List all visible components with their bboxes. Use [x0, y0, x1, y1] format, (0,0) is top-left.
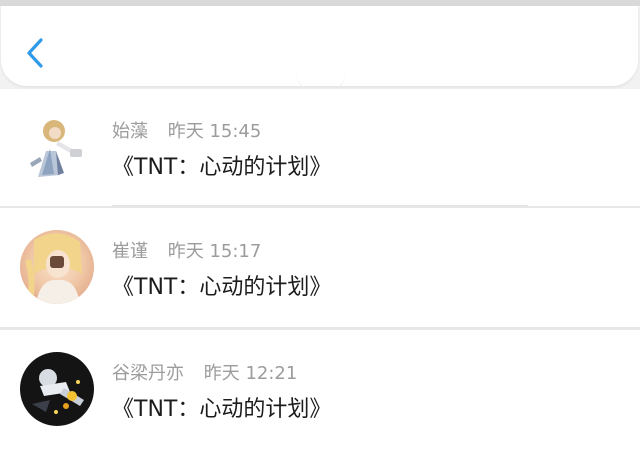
chevron-left-icon — [27, 38, 43, 68]
comment-author[interactable]: 崔谨 — [112, 241, 148, 262]
comment-author[interactable]: 始藻 — [112, 121, 148, 142]
anime-character-avatar — [20, 230, 94, 304]
comment-text: 《TNT：心动的计划》 — [112, 397, 332, 422]
comment-item[interactable]: 谷梁丹亦 昨天 12:21 《TNT：心动的计划》 — [0, 330, 640, 449]
anime-character-avatar — [20, 352, 94, 426]
comment-text: 《TNT：心动的计划》 — [112, 155, 332, 180]
avatar[interactable] — [20, 352, 94, 426]
comment-timestamp: 昨天 15:17 — [167, 241, 262, 262]
comment-timestamp: 昨天 12:21 — [203, 363, 298, 384]
comment-list: 始藻 昨天 15:45 《TNT：心动的计划》 崔谨 昨天 15:17 《TNT… — [0, 89, 640, 449]
comment-text: 《TNT：心动的计划》 — [112, 275, 332, 300]
comment-item[interactable]: 始藻 昨天 15:45 《TNT：心动的计划》 — [0, 89, 640, 206]
avatar[interactable] — [20, 111, 94, 185]
comment-author[interactable]: 谷梁丹亦 — [112, 363, 184, 384]
avatar[interactable] — [20, 230, 94, 304]
comment-timestamp: 昨天 15:45 — [167, 121, 262, 142]
comment-item[interactable]: 崔谨 昨天 15:17 《TNT：心动的计划》 — [0, 208, 640, 327]
anime-character-avatar — [20, 111, 94, 185]
divider — [112, 205, 528, 206]
back-button[interactable] — [19, 34, 53, 72]
